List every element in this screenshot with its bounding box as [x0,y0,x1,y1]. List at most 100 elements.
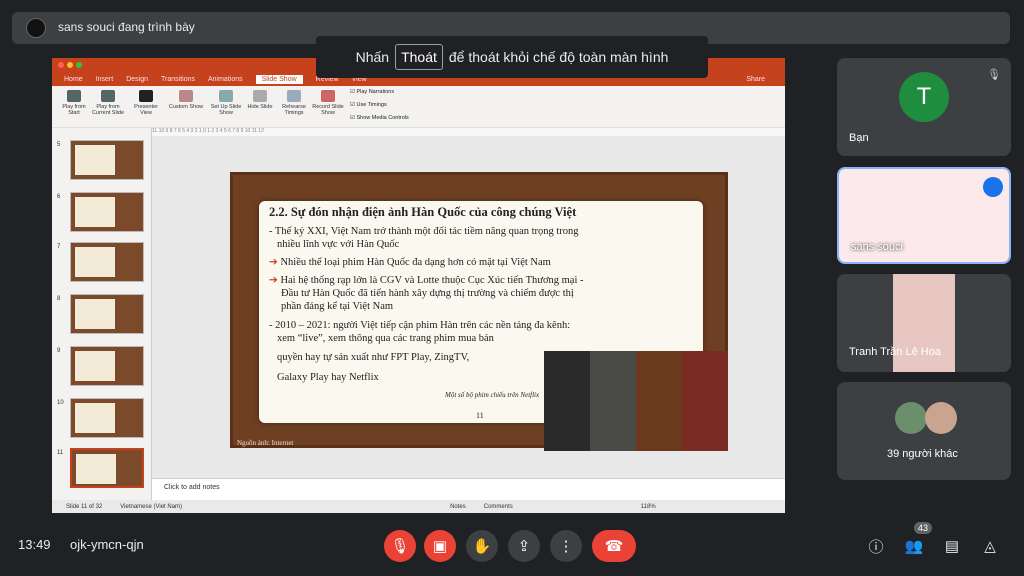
activities-icon: ◬ [984,538,996,555]
hide-slide-button[interactable]: Hide Slide [242,90,278,124]
movie-posters [544,351,728,451]
slide-thumbnail[interactable] [70,140,144,180]
record-slideshow-button[interactable]: Record Slide Show [310,90,346,124]
camera-toggle-button[interactable]: ▣ [424,530,456,562]
chat-button[interactable]: ▤ [940,534,964,558]
mic-toggle-button[interactable]: 🎙 [384,530,416,562]
current-slide[interactable]: 2.2. Sự đón nhận điện ảnh Hàn Quốc của c… [230,172,728,451]
tab-design[interactable]: Design [126,76,148,83]
participant-name: Bạn [849,132,869,144]
language-indicator: Vietnamese (Viet Nam) [120,503,183,510]
presenter-view-icon [139,90,153,102]
presenting-label: sans souci đang trình bày [58,20,195,34]
raise-hand-button[interactable]: ✋ [466,530,498,562]
tab-transitions[interactable]: Transitions [161,76,195,83]
notes-pane[interactable]: Click to add notes [152,478,785,500]
play-from-start-button[interactable]: Play from Start [56,90,92,124]
escape-key-hint: Thoát [395,44,443,70]
avatar: T [899,72,949,122]
movie-poster [544,351,590,451]
present-button[interactable]: ⇪ [508,530,540,562]
record-icon [321,90,335,102]
play-current-slide-button[interactable]: Play from Current Slide [90,90,126,124]
slide-line: - 2010 – 2021: người Việt tiếp cận phim … [269,320,571,331]
stopwatch-icon [287,90,301,102]
speaking-icon [983,177,1003,197]
slide-thumbnail[interactable] [70,242,144,282]
participant-tile-hoa[interactable]: Tranh Trần Lê Hoa [837,274,1011,372]
hide-slide-icon [253,90,267,102]
shared-screen: Home Insert Design Transitions Animation… [52,58,785,513]
custom-show-button[interactable]: Custom Show [168,90,204,124]
people-icon: 👥 [904,538,924,555]
zoom-level[interactable]: 118% [641,504,656,510]
slide-line: Galaxy Play hay Netflix [277,372,379,383]
poster-caption: Một số bộ phim chiếu trên Netflix [445,391,540,399]
toast-text-before: Nhấn [355,49,390,65]
slide-thumbnail[interactable] [70,346,144,386]
notes-toggle[interactable]: Notes [450,504,466,510]
slide-number: 11 [476,411,484,420]
show-media-controls-checkbox[interactable]: ☑ Show Media Controls [350,115,409,121]
toast-text-after: để thoát khỏi chế độ toàn màn hình [448,49,669,65]
rehearse-timings-button[interactable]: Rehearse Timings [276,90,312,124]
comments-toggle[interactable]: Comments [484,504,513,510]
participant-name: sans souci [851,241,903,253]
ruler: 11 10 9 8 7 6 5 4 3 2 1 0 1 2 3 4 5 6 7 … [152,128,785,136]
clock: 13:49 [18,537,51,552]
thumb-number: 9 [57,348,61,354]
play-icon [67,90,81,102]
tab-animations[interactable]: Animations [208,76,243,83]
slide-line: phần đáng kể tại Việt Nam [281,301,394,312]
people-button[interactable]: 👥 [902,534,926,558]
close-window-icon[interactable] [58,62,64,68]
setup-slideshow-button[interactable]: Set Up Slide Show [208,90,244,124]
setup-icon [219,90,233,102]
presenter-avatar [26,18,46,38]
slide-thumbnails-pane: 5 6 7 8 9 10 11 [52,128,152,500]
end-call-button[interactable]: ☎ [592,530,636,562]
slide-thumbnail-selected[interactable] [70,448,144,488]
slide-editing-area: 11 10 9 8 7 6 5 4 3 2 1 0 1 2 3 4 5 6 7 … [152,128,785,500]
more-options-button[interactable]: ⋮ [550,530,582,562]
use-timings-checkbox[interactable]: ☑ Use Timings [350,102,387,108]
participant-tile-self[interactable]: T 🎙 Bạn [837,58,1011,156]
end-call-icon: ☎ [604,538,624,555]
slide-thumbnail[interactable] [70,192,144,232]
tab-insert[interactable]: Insert [96,76,114,83]
tab-slide-show[interactable]: Slide Show [255,74,303,84]
mic-off-icon: 🎙 [390,538,410,555]
participant-tile-others[interactable]: 39 người khác [837,382,1011,480]
thumb-number: 8 [57,296,61,302]
share-button[interactable]: Share [746,76,765,83]
minimize-window-icon[interactable] [67,62,73,68]
slide-counter: Slide 11 of 32 [66,503,103,510]
slide-line: quyền hay tự sản xuất như FPT Play, Zing… [277,352,470,363]
avatar [895,402,927,434]
tab-home[interactable]: Home [64,76,83,83]
thumb-number: 10 [57,400,64,406]
chat-icon: ▤ [944,538,960,555]
presenter-view-button[interactable]: Presenter View [128,90,164,124]
slide-thumbnail[interactable] [70,294,144,334]
zoom-window-icon[interactable] [76,62,82,68]
slide-line: ➔ Nhiều thể loại phim Hàn Quốc đa dạng h… [269,257,551,268]
info-button[interactable]: ⓘ [864,534,888,558]
info-icon: ⓘ [868,538,884,556]
play-narrations-checkbox[interactable]: ☑ Play Narrations [350,89,394,95]
slide-thumbnail[interactable] [70,398,144,438]
custom-show-icon [179,90,193,102]
slide-line: Đầu tư Hàn Quốc đã tiến hành xây dựng th… [281,288,574,299]
avatar [925,402,957,434]
activities-button[interactable]: ◬ [978,534,1002,558]
slide-line: nhiều lĩnh vực với Hàn Quốc [277,239,400,250]
image-source: Nguồn ảnh: Internet [237,439,294,447]
thumb-number: 6 [57,194,61,200]
slideshow-ribbon: Play from Start Play from Current Slide … [52,86,785,128]
participant-tile-presenter[interactable]: sans souci [837,167,1011,264]
more-icon: ⋮ [558,538,574,555]
meeting-controls-bar: 13:49 ojk-ymcn-qjn 🎙 ▣ ✋ ⇪ ⋮ ☎ ⓘ 👥 43 ▤ … [0,514,1024,576]
present-icon: ⇪ [517,538,531,555]
play-icon [101,90,115,102]
fullscreen-exit-toast: Nhấn Thoát để thoát khỏi chế độ toàn màn… [316,36,708,78]
